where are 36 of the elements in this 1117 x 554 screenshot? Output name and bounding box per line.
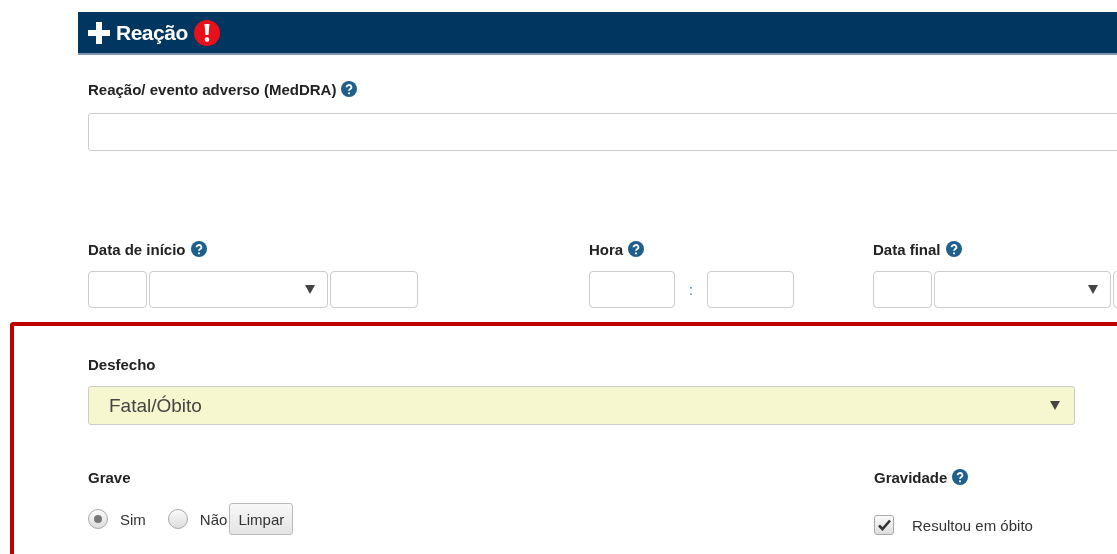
alert-icon [193,19,220,46]
field-label: Gravidade [874,468,948,486]
caret-icon [1088,285,1098,294]
year-input[interactable] [330,271,418,308]
section-title: Reação [116,20,188,45]
field-label: Grave [88,468,131,486]
radio-button[interactable] [167,509,188,529]
month-select[interactable] [934,271,1111,308]
day-input[interactable] [88,271,147,308]
help-icon[interactable] [341,81,358,97]
field-label: Desfecho [88,355,156,373]
help-icon[interactable] [945,241,962,257]
hour-input[interactable] [589,271,675,308]
caret-icon [1050,401,1060,410]
section-header[interactable]: Reação [78,12,1117,55]
time-separator: : [688,281,694,298]
help-icon[interactable] [628,241,645,257]
option-label: Não [199,510,228,528]
field-label: Data de início [88,240,186,258]
help-icon[interactable] [190,241,207,257]
clear-button[interactable]: Limpar [229,503,294,535]
field-label: Hora [589,240,624,258]
option-label: Resultou em óbito [912,516,1033,534]
help-icon[interactable] [952,469,969,485]
minute-input[interactable] [707,271,794,308]
caret-icon [305,285,315,294]
day-input[interactable] [873,271,932,308]
reaction-input[interactable] [88,113,1117,151]
month-select[interactable] [149,271,328,308]
checkbox[interactable] [874,515,894,535]
radio-button[interactable] [88,509,108,529]
field-label: Data final [873,240,941,258]
field-label: Reação/ evento adverso (MedDRA) [88,80,337,98]
outcome-select[interactable]: Fatal/Óbito [88,386,1075,425]
plus-icon [88,21,110,44]
option-label: Sim [120,510,146,528]
